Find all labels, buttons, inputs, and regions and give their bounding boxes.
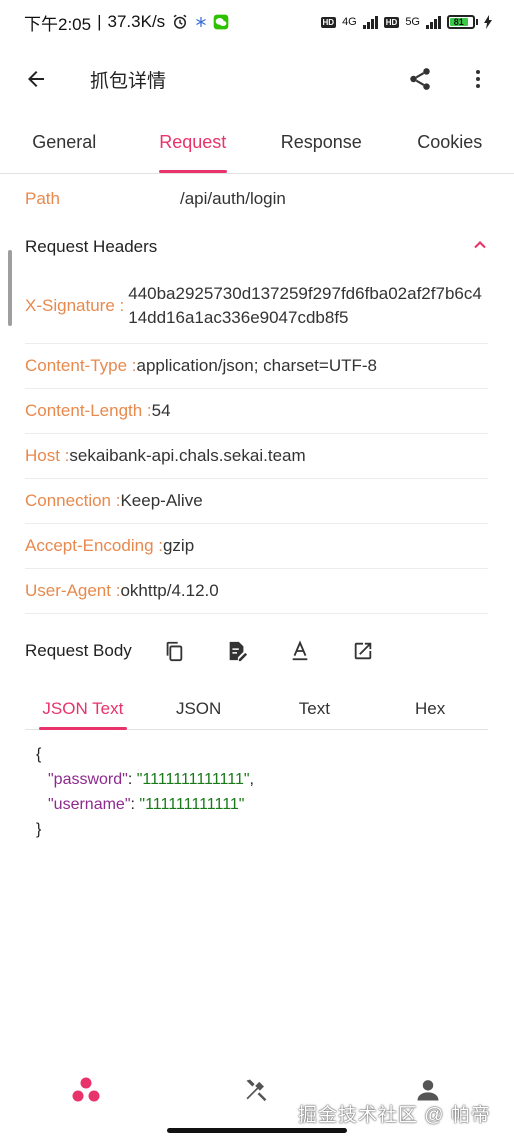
header-key: Connection : bbox=[25, 491, 121, 510]
status-bar: 下午2:05 | 37.3K/s HD 4G HD 5G 81 bbox=[0, 0, 514, 44]
chevron-up-icon[interactable] bbox=[470, 235, 490, 260]
status-time: 下午2:05 bbox=[24, 14, 92, 34]
header-row: Host : sekaibank-api.chals.sekai.team bbox=[25, 434, 488, 479]
copy-icon bbox=[166, 641, 183, 662]
json-close-brace: } bbox=[36, 821, 42, 838]
battery-icon: 81 bbox=[447, 15, 478, 29]
more-vert-icon bbox=[476, 70, 480, 88]
battery-level: 81 bbox=[450, 17, 468, 27]
dots-icon bbox=[72, 1077, 100, 1102]
json-separator: : bbox=[127, 771, 137, 788]
tab-general[interactable]: General bbox=[0, 112, 129, 173]
status-divider: | bbox=[97, 12, 102, 31]
header-key: Content-Length : bbox=[25, 401, 152, 420]
home-indicator[interactable] bbox=[167, 1128, 347, 1133]
scrollbar[interactable] bbox=[8, 250, 12, 326]
body-format-tabs: JSON Text JSON Text Hex bbox=[25, 688, 488, 730]
text-format-icon bbox=[292, 640, 308, 661]
json-value: "1111111111111" bbox=[136, 771, 250, 788]
alarm-icon bbox=[171, 13, 189, 31]
request-body-title: Request Body bbox=[25, 641, 132, 660]
header-row: Accept-Encoding : gzip bbox=[25, 524, 488, 569]
json-open-brace: { bbox=[36, 746, 42, 763]
header-value: sekaibank-api.chals.sekai.team bbox=[69, 446, 306, 465]
header-value: application/json; charset=UTF-8 bbox=[136, 356, 377, 375]
charging-icon bbox=[484, 15, 492, 29]
json-key: "password" bbox=[48, 771, 128, 788]
open-in-new-icon bbox=[354, 642, 372, 660]
tab-json[interactable]: JSON bbox=[141, 688, 257, 729]
header-row: Content-Type : application/json; charset… bbox=[25, 344, 488, 389]
open-external-button[interactable] bbox=[343, 632, 383, 670]
header-row: X-Signature : 440ba2925730d137259f297fd6… bbox=[25, 274, 488, 344]
copy-button[interactable] bbox=[154, 632, 194, 670]
signal-icon-1 bbox=[362, 15, 378, 29]
tools-icon bbox=[246, 1079, 267, 1102]
request-headers-list: X-Signature : 440ba2925730d137259f297fd6… bbox=[25, 274, 488, 614]
json-line: "password": "1111111111111", bbox=[36, 767, 254, 792]
json-line: "username": "111111111111" bbox=[36, 792, 254, 817]
tab-text[interactable]: Text bbox=[257, 688, 373, 729]
status-speed: 37.3K/s bbox=[107, 12, 166, 31]
header-row: Content-Length : 54 bbox=[25, 389, 488, 434]
header-key: Content-Type : bbox=[25, 356, 137, 375]
nav-capture[interactable] bbox=[0, 1060, 171, 1120]
hd-badge-1: HD bbox=[320, 16, 337, 28]
header-value: Keep-Alive bbox=[120, 491, 203, 510]
hd-badge-2: HD bbox=[383, 16, 400, 28]
signal-icon-2 bbox=[426, 15, 441, 29]
request-headers-header[interactable]: Request Headers bbox=[25, 230, 490, 264]
more-button[interactable] bbox=[456, 57, 500, 101]
status-left: 下午2:05 | 37.3K/s bbox=[24, 10, 229, 35]
share-icon bbox=[410, 68, 430, 90]
header-key: User-Agent : bbox=[25, 581, 121, 600]
header-key: Accept-Encoding : bbox=[25, 536, 163, 555]
app-actions bbox=[398, 57, 500, 101]
tab-hex[interactable]: Hex bbox=[372, 688, 488, 729]
request-body-toolbar: Request Body bbox=[25, 632, 490, 670]
header-value: 54 bbox=[151, 401, 171, 420]
path-row: Path /api/auth/login bbox=[25, 184, 485, 214]
tab-json-text[interactable]: JSON Text bbox=[25, 688, 141, 730]
tab-response[interactable]: Response bbox=[257, 112, 386, 173]
json-key: "username" bbox=[48, 796, 131, 813]
json-value: "111111111111" bbox=[139, 796, 245, 813]
app-bar: 抓包详情 bbox=[0, 50, 514, 108]
back-button[interactable] bbox=[14, 57, 58, 101]
json-comma: , bbox=[249, 771, 254, 788]
network-type-1: 4G bbox=[342, 16, 357, 28]
header-row: Connection : Keep-Alive bbox=[25, 479, 488, 524]
edit-note-icon bbox=[229, 641, 247, 662]
header-value: okhttp/4.12.0 bbox=[120, 581, 219, 600]
share-button[interactable] bbox=[398, 57, 442, 101]
tab-bar: General Request Response Cookies bbox=[0, 112, 514, 174]
path-label: Path bbox=[25, 189, 60, 208]
wechat-icon bbox=[213, 14, 229, 30]
status-right: HD 4G HD 5G 81 bbox=[320, 15, 492, 29]
edit-button[interactable] bbox=[217, 632, 257, 670]
network-type-2: 5G bbox=[405, 16, 420, 28]
page-title: 抓包详情 bbox=[90, 70, 167, 92]
snowflake-icon bbox=[195, 16, 207, 28]
back-arrow-icon bbox=[28, 71, 44, 87]
request-headers-title: Request Headers bbox=[25, 237, 158, 256]
header-row: User-Agent : okhttp/4.12.0 bbox=[25, 569, 488, 614]
header-key: X-Signature : bbox=[25, 296, 125, 315]
tab-request[interactable]: Request bbox=[129, 112, 258, 173]
json-body: { "password": "1111111111111", "username… bbox=[36, 742, 254, 842]
header-value: gzip bbox=[162, 536, 195, 555]
path-value: /api/auth/login bbox=[180, 189, 286, 208]
text-format-button[interactable] bbox=[280, 632, 320, 670]
header-value: 440ba2925730d137259f297fd6fba02af2f7b6c4… bbox=[128, 284, 482, 327]
watermark: 掘金技术社区 @ 帕帝 bbox=[298, 1105, 491, 1126]
tab-cookies[interactable]: Cookies bbox=[386, 112, 514, 173]
header-key: Host : bbox=[25, 446, 70, 465]
